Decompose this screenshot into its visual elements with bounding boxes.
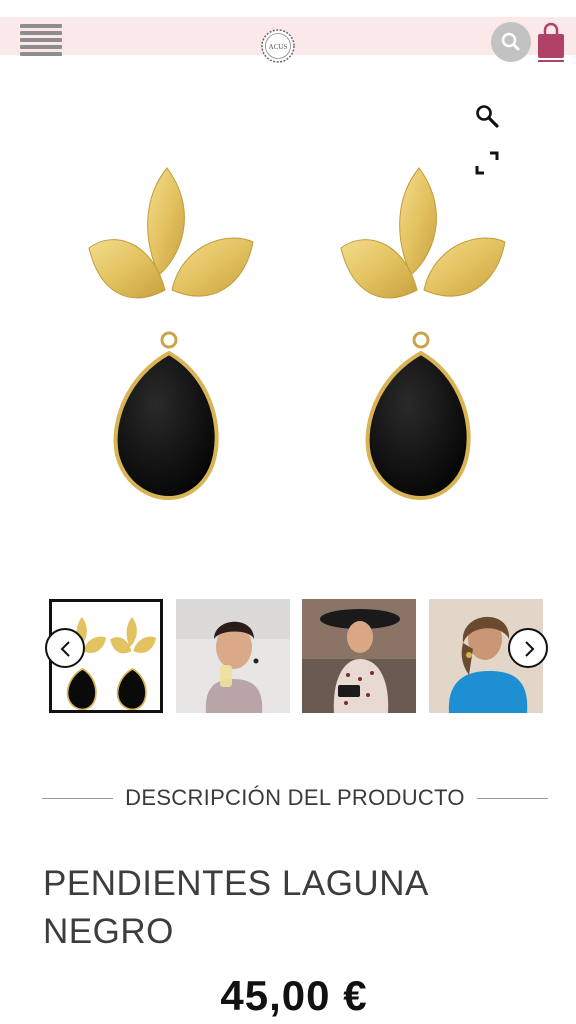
earrings-image — [88, 167, 506, 501]
search-icon — [501, 32, 520, 51]
next-thumbnail-button[interactable] — [508, 628, 548, 668]
search-button[interactable] — [491, 22, 531, 62]
chevron-right-icon — [525, 641, 535, 657]
menu-line — [20, 24, 62, 28]
thumbnail-woman-drinking[interactable] — [176, 599, 290, 713]
right-earring — [340, 167, 506, 501]
menu-line — [20, 38, 62, 42]
thumbnail-image — [176, 599, 290, 713]
thumbnail-woman-hat[interactable] — [302, 599, 416, 713]
logo-icon: ACUS — [261, 29, 295, 63]
divider-line — [42, 797, 114, 799]
menu-line — [20, 31, 62, 35]
description-header: DESCRIPCIÓN DEL PRODUCTO — [42, 782, 549, 814]
thumbnail-strip — [49, 599, 543, 713]
shopping-bag-icon — [538, 22, 564, 62]
left-earring — [88, 167, 254, 501]
product-name: PENDIENTES LAGUNA NEGRO — [43, 864, 427, 951]
magnifier-icon[interactable] — [473, 102, 501, 130]
divider-line — [476, 797, 549, 799]
shopping-bag-button[interactable] — [536, 22, 566, 62]
hamburger-menu-icon[interactable] — [20, 24, 62, 56]
menu-line — [20, 52, 62, 56]
main-product-image[interactable] — [30, 150, 546, 520]
logo[interactable]: ACUS — [259, 27, 297, 65]
chevron-left-icon — [60, 641, 70, 657]
logo-text: ACUS — [269, 43, 288, 51]
thumbnail-image — [302, 599, 416, 713]
prev-thumbnail-button[interactable] — [45, 628, 85, 668]
description-title: DESCRIPCIÓN DEL PRODUCTO — [125, 785, 465, 810]
product-price: 45,00 € — [220, 972, 368, 1019]
menu-line — [20, 45, 62, 49]
